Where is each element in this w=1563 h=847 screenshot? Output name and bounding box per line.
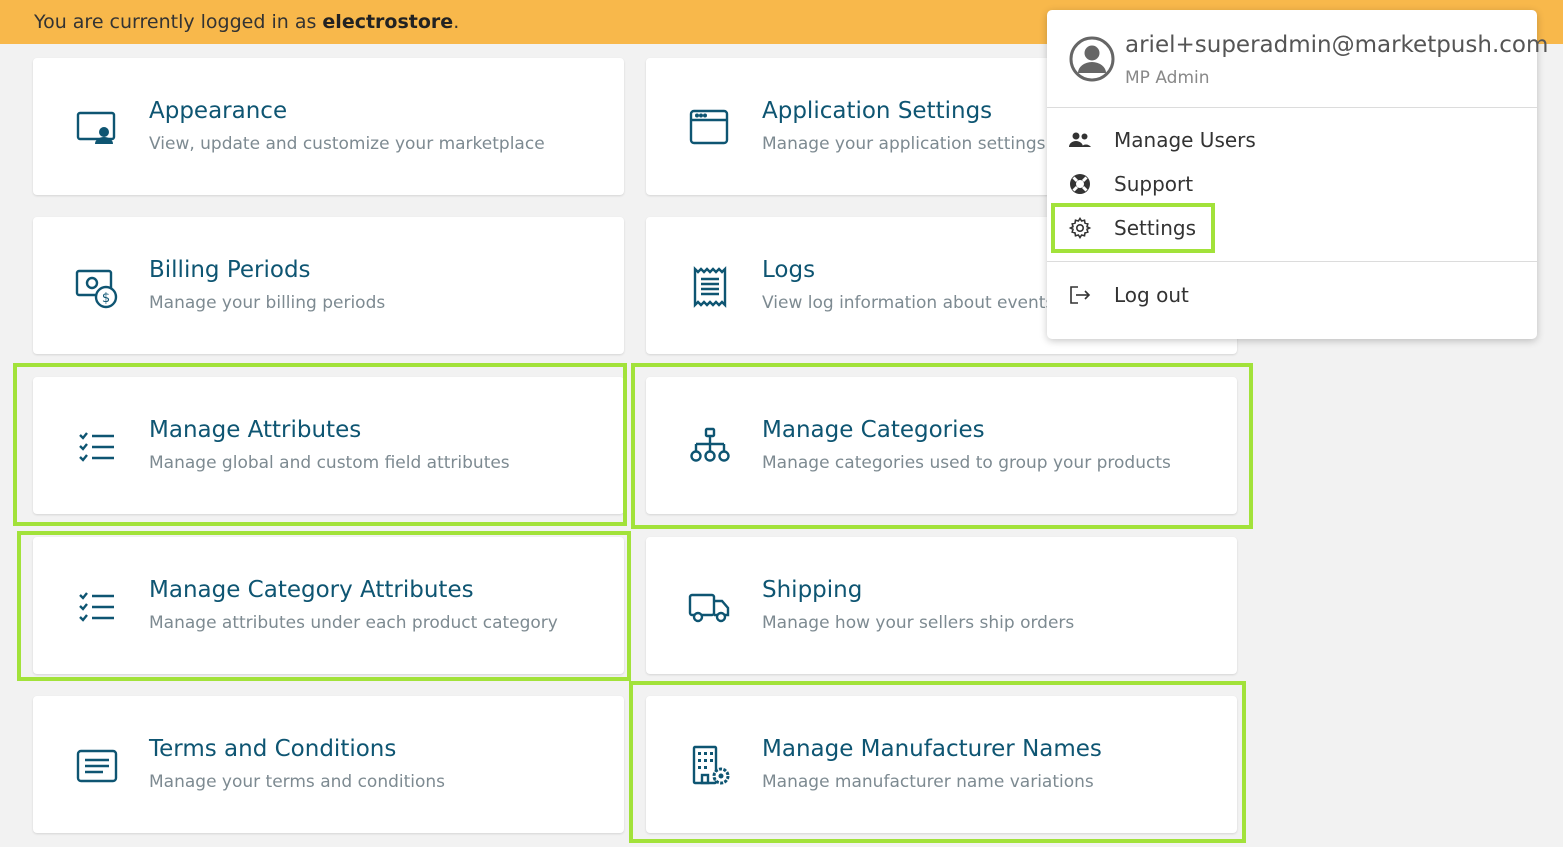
checklist-icon [75, 425, 119, 469]
card-subtitle: View, update and customize your marketpl… [149, 134, 545, 154]
card-title: Shipping [762, 577, 863, 603]
card-title: Appearance [149, 98, 288, 124]
menu-item-settings[interactable]: Settings [1047, 208, 1537, 248]
user-menu-header: ariel+superadmin@marketpush.com MP Admin [1047, 10, 1548, 108]
avatar [1069, 36, 1115, 82]
card-title: Manage Manufacturer Names [762, 736, 1102, 762]
menu-item-log-out[interactable]: Log out [1047, 275, 1537, 315]
users-icon [1068, 128, 1092, 152]
card-title: Billing Periods [149, 257, 311, 283]
menu-item-label: Log out [1114, 283, 1189, 307]
card-title: Manage Attributes [149, 417, 362, 443]
hierarchy-icon [688, 425, 732, 469]
card-subtitle: Manage manufacturer name variations [762, 772, 1094, 792]
building-gear-icon [688, 744, 732, 788]
card-manage-manufacturer-names[interactable]: Manage Manufacturer Names Manage manufac… [646, 696, 1237, 833]
card-manage-category-attributes[interactable]: Manage Category Attributes Manage attrib… [33, 537, 624, 674]
card-subtitle: Manage your billing periods [149, 293, 386, 313]
card-manage-categories[interactable]: Manage Categories Manage categories used… [646, 377, 1237, 514]
checklist-icon [75, 585, 119, 629]
gear-icon [1068, 216, 1092, 240]
lifebuoy-icon [1068, 172, 1092, 196]
card-subtitle: Manage categories used to group your pro… [762, 453, 1171, 473]
card-title: Terms and Conditions [149, 736, 397, 762]
banner-suffix: . [453, 11, 460, 33]
logout-icon [1068, 283, 1092, 307]
truck-icon [688, 585, 732, 629]
card-subtitle: Manage global and custom field attribute… [149, 453, 510, 473]
card-title: Manage Category Attributes [149, 577, 474, 603]
card-terms-and-conditions[interactable]: Terms and Conditions Manage your terms a… [33, 696, 624, 833]
card-appearance[interactable]: Appearance View, update and customize yo… [33, 58, 624, 195]
card-shipping[interactable]: Shipping Manage how your sellers ship or… [646, 537, 1237, 674]
card-subtitle: Manage your terms and conditions [149, 772, 446, 792]
card-subtitle: Manage attributes under each product cat… [149, 613, 558, 633]
user-role: MP Admin [1125, 68, 1210, 88]
menu-item-support[interactable]: Support [1047, 164, 1537, 204]
banner-user: electrostore [322, 11, 454, 33]
card-manage-attributes[interactable]: Manage Attributes Manage global and cust… [33, 377, 624, 514]
receipt-icon [688, 265, 732, 309]
document-icon [75, 744, 119, 788]
banner-prefix: You are currently logged in as [34, 11, 323, 33]
card-title: Manage Categories [762, 417, 985, 443]
appearance-icon [75, 106, 119, 150]
menu-item-manage-users[interactable]: Manage Users [1047, 120, 1537, 160]
card-title: Logs [762, 257, 816, 283]
user-email: ariel+superadmin@marketpush.com [1125, 32, 1549, 58]
card-billing-periods[interactable]: $ Billing Periods Manage your billing pe… [33, 217, 624, 354]
card-title: Application Settings [762, 98, 993, 124]
menu-divider [1047, 261, 1537, 262]
card-subtitle: Manage how your sellers ship orders [762, 613, 1075, 633]
menu-item-label: Support [1114, 172, 1194, 196]
browser-window-icon [688, 106, 732, 150]
card-subtitle: Manage your application settings [762, 134, 1046, 154]
money-dollar-icon: $ [75, 265, 119, 309]
menu-item-label: Settings [1114, 216, 1197, 240]
svg-text:$: $ [102, 291, 110, 306]
menu-item-label: Manage Users [1114, 128, 1256, 152]
user-menu-dropdown: ariel+superadmin@marketpush.com MP Admin… [1047, 10, 1548, 339]
